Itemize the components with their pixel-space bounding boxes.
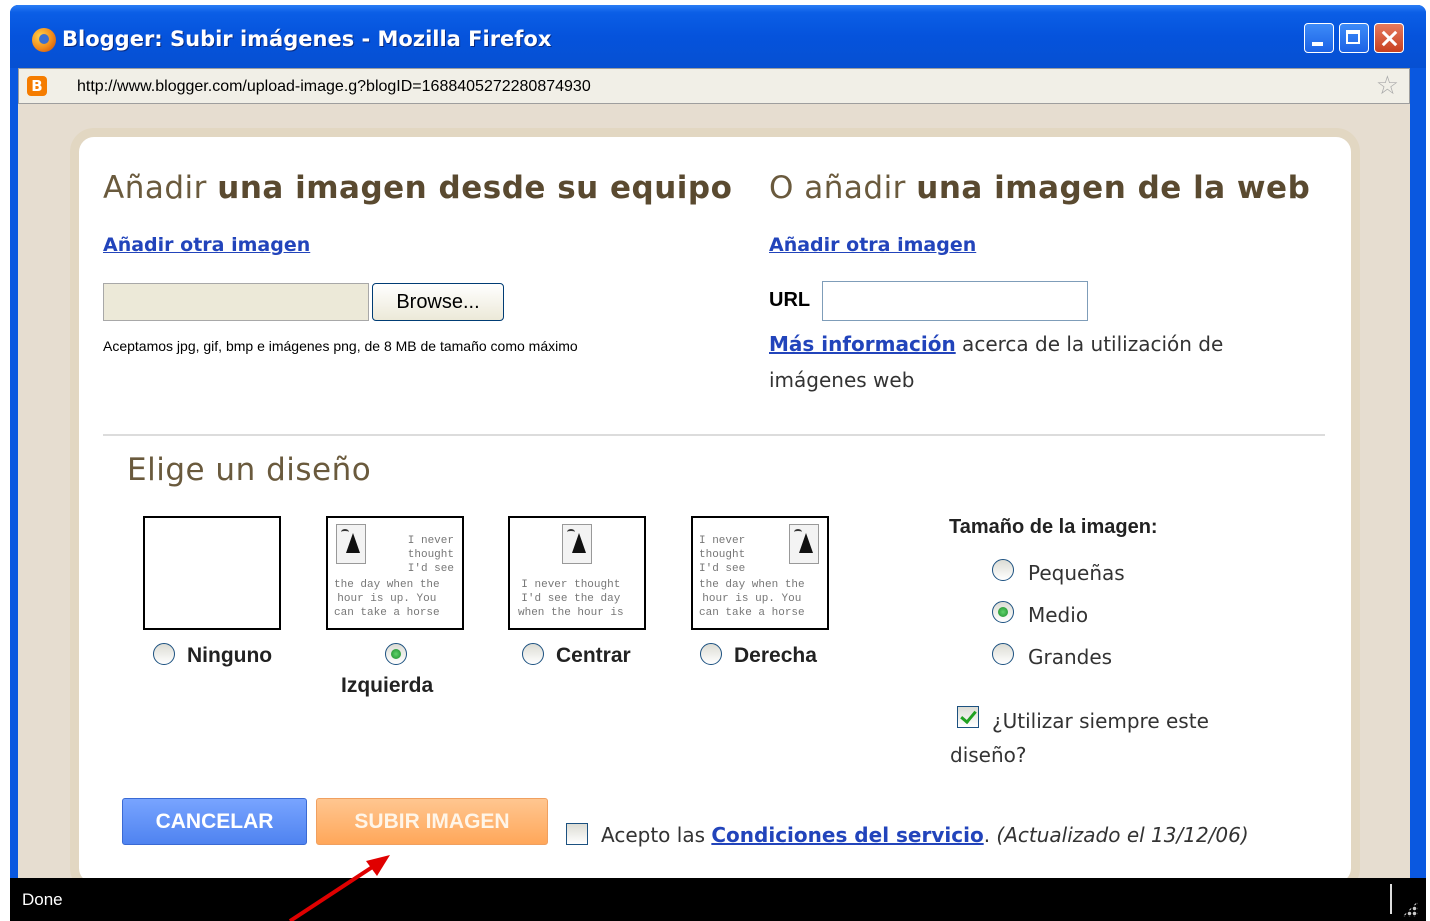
upload-image-button[interactable]: SUBIR IMAGEN xyxy=(316,798,548,845)
more-info-link[interactable]: Más información xyxy=(769,332,956,356)
status-separator xyxy=(1390,884,1392,914)
address-url[interactable]: http://www.blogger.com/upload-image.g?bl… xyxy=(77,78,591,96)
layout-thumb-none[interactable] xyxy=(143,516,281,630)
minimize-button[interactable] xyxy=(1304,23,1334,53)
size-label-large: Grandes xyxy=(1028,645,1113,669)
thumb-text: the day when the hour is up. You can tak… xyxy=(334,579,440,619)
bookmark-star-icon[interactable]: ☆ xyxy=(1376,71,1399,101)
layout-radio-none[interactable] xyxy=(153,643,175,665)
tree-image-icon xyxy=(336,524,366,564)
resize-grip-icon[interactable] xyxy=(1402,901,1418,917)
status-text: Done xyxy=(22,890,63,909)
url-input[interactable] xyxy=(822,281,1088,321)
size-radio-large[interactable] xyxy=(992,643,1014,665)
size-label-medium: Medio xyxy=(1028,603,1089,627)
layout-thumb-right[interactable]: I never thought I'd see the day when the… xyxy=(691,516,829,630)
firefox-icon xyxy=(32,28,56,52)
layout-title: Elige un diseño xyxy=(127,452,372,488)
close-button[interactable] xyxy=(1374,23,1404,53)
url-label: URL xyxy=(769,289,811,311)
add-another-image-link-web[interactable]: Añadir otra imagen xyxy=(769,234,976,256)
terms-of-service-text: Acepto las Condiciones del servicio. (Ac… xyxy=(601,823,1249,847)
size-radio-medium[interactable] xyxy=(992,601,1014,623)
thumb-text: I never thought I'd see the day when the… xyxy=(518,579,624,619)
layout-label-center: Centrar xyxy=(556,644,631,667)
layout-radio-right[interactable] xyxy=(700,643,722,665)
web-images-info: Más información acerca de la utilización… xyxy=(769,332,1224,392)
size-label-small: Pequeñas xyxy=(1028,561,1125,585)
address-bar[interactable]: B http://www.blogger.com/upload-image.g?… xyxy=(18,68,1410,104)
layout-thumb-left[interactable]: I never thought I'd see the day when the… xyxy=(326,516,464,630)
browse-button[interactable]: Browse... xyxy=(372,283,504,321)
maximize-button[interactable] xyxy=(1339,23,1369,53)
terms-of-service-link[interactable]: Condiciones del servicio xyxy=(711,823,983,847)
status-bar: Done xyxy=(10,878,1426,921)
file-types-note: Aceptamos jpg, gif, bmp e imágenes png, … xyxy=(103,338,578,354)
thumb-text: the day when the hour is up. You can tak… xyxy=(699,579,805,619)
upload-from-computer-heading: Añadir una imagen desde su equipo xyxy=(103,170,733,206)
upload-from-web-heading: O añadir una imagen de la web xyxy=(769,170,1311,206)
thumb-text: I never thought I'd see xyxy=(699,535,746,575)
size-radio-small[interactable] xyxy=(992,559,1014,581)
cancel-button[interactable]: CANCELAR xyxy=(122,798,307,845)
section-divider xyxy=(103,434,1325,436)
window-title: Blogger: Subir imágenes - Mozilla Firefo… xyxy=(62,27,552,51)
layout-label-left: Izquierda xyxy=(341,674,434,697)
accept-terms-checkbox[interactable] xyxy=(566,823,588,845)
layout-label-none: Ninguno xyxy=(187,644,273,667)
file-path-input[interactable] xyxy=(103,283,369,321)
add-another-image-link-local[interactable]: Añadir otra imagen xyxy=(103,234,310,256)
layout-thumb-center[interactable]: I never thought I'd see the day when the… xyxy=(508,516,646,630)
layout-radio-center[interactable] xyxy=(522,643,544,665)
image-size-title: Tamaño de la imagen: xyxy=(949,516,1158,538)
title-bar[interactable]: Blogger: Subir imágenes - Mozilla Firefo… xyxy=(10,5,1426,68)
thumb-text: I never thought I'd see xyxy=(407,535,454,575)
layout-radio-left[interactable] xyxy=(385,643,407,665)
blogger-favicon-icon: B xyxy=(27,76,47,96)
tree-image-icon xyxy=(789,524,819,564)
always-use-layout-label: ¿Utilizar siempre este diseño? xyxy=(950,709,1209,767)
layout-label-right: Derecha xyxy=(734,644,817,667)
tree-image-icon xyxy=(562,524,592,564)
